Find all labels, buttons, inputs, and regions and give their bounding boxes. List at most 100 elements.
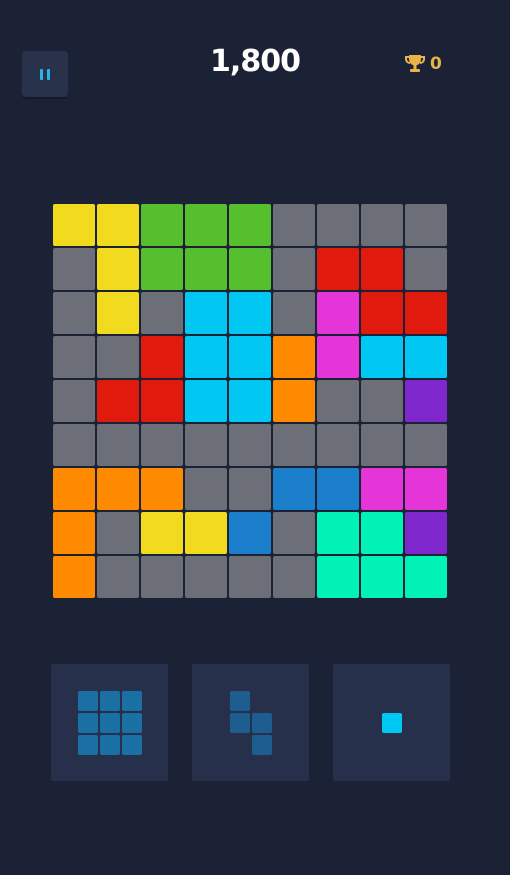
board-cell-teal[interactable] [361,556,403,598]
board-cell-green[interactable] [229,248,271,290]
board-cell-orange[interactable] [53,556,95,598]
board-cell-cyan[interactable] [185,336,227,378]
board-cell-orange[interactable] [53,468,95,510]
board-cell-empty[interactable] [273,512,315,554]
board-cell-green[interactable] [185,204,227,246]
board-cell-empty[interactable] [273,248,315,290]
piece-tray-3[interactable] [333,664,450,781]
piece-tray-2[interactable] [192,664,309,781]
board-cell-teal[interactable] [317,556,359,598]
board-cell-empty[interactable] [361,424,403,466]
board-cell-empty[interactable] [317,204,359,246]
board-cell-teal[interactable] [361,512,403,554]
piece-block-square-3x3 [122,713,142,733]
board-cell-yellow[interactable] [97,204,139,246]
piece-block-s-shape [252,735,272,755]
board-cell-blue[interactable] [229,512,271,554]
board-cell-yellow[interactable] [53,204,95,246]
board-cell-cyan[interactable] [229,292,271,334]
board-cell-red[interactable] [361,248,403,290]
board-cell-blue[interactable] [273,468,315,510]
board-cell-empty[interactable] [97,336,139,378]
piece-block-square-3x3 [122,735,142,755]
board-cell-green[interactable] [141,248,183,290]
board-cell-red[interactable] [405,292,447,334]
board-cell-empty[interactable] [141,424,183,466]
board-cell-cyan[interactable] [185,380,227,422]
board-cell-orange[interactable] [273,380,315,422]
board-cell-empty[interactable] [53,380,95,422]
piece-block-square-3x3 [78,735,98,755]
board-cell-cyan[interactable] [361,336,403,378]
piece-block-square-3x3 [100,691,120,711]
board-cell-empty[interactable] [185,424,227,466]
board-cell-empty[interactable] [317,380,359,422]
best-score: 0 [404,51,442,77]
board-cell-cyan[interactable] [229,336,271,378]
board-cell-empty[interactable] [97,424,139,466]
piece-block-square-3x3 [78,691,98,711]
board-cell-empty[interactable] [97,556,139,598]
board-cell-red[interactable] [141,380,183,422]
piece-block-single [382,713,402,733]
board-cell-orange[interactable] [97,468,139,510]
board-cell-purple[interactable] [405,512,447,554]
board-cell-yellow[interactable] [97,248,139,290]
board-cell-empty[interactable] [141,556,183,598]
best-score-value: 0 [430,54,442,74]
board-cell-magenta[interactable] [317,336,359,378]
board-cell-empty[interactable] [273,556,315,598]
board-cell-empty[interactable] [185,468,227,510]
piece-block-square-3x3 [100,735,120,755]
board-cell-yellow[interactable] [141,512,183,554]
board-cell-cyan[interactable] [185,292,227,334]
game-board[interactable] [53,204,449,600]
board-cell-empty[interactable] [141,292,183,334]
board-cell-magenta[interactable] [317,292,359,334]
board-cell-green[interactable] [229,204,271,246]
board-cell-empty[interactable] [97,512,139,554]
board-cell-yellow[interactable] [185,512,227,554]
piece-block-s-shape [230,691,250,711]
piece-block-square-3x3 [100,713,120,733]
piece-block-square-3x3 [122,691,142,711]
board-cell-empty[interactable] [185,556,227,598]
board-cell-empty[interactable] [405,248,447,290]
board-cell-empty[interactable] [405,204,447,246]
board-cell-red[interactable] [361,292,403,334]
board-cell-empty[interactable] [273,292,315,334]
board-cell-orange[interactable] [141,468,183,510]
board-cell-red[interactable] [141,336,183,378]
board-cell-cyan[interactable] [405,336,447,378]
board-cell-empty[interactable] [229,424,271,466]
board-cell-empty[interactable] [361,204,403,246]
board-cell-teal[interactable] [317,512,359,554]
piece-block-s-shape [230,713,250,733]
board-cell-empty[interactable] [273,204,315,246]
board-cell-empty[interactable] [53,248,95,290]
board-cell-orange[interactable] [53,512,95,554]
board-cell-green[interactable] [141,204,183,246]
piece-tray-1[interactable] [51,664,168,781]
board-cell-blue[interactable] [317,468,359,510]
board-cell-empty[interactable] [53,292,95,334]
board-cell-empty[interactable] [53,424,95,466]
trophy-icon [405,55,425,72]
board-cell-empty[interactable] [317,424,359,466]
board-cell-teal[interactable] [405,556,447,598]
board-cell-empty[interactable] [229,468,271,510]
board-cell-magenta[interactable] [361,468,403,510]
board-cell-empty[interactable] [405,424,447,466]
board-cell-cyan[interactable] [229,380,271,422]
board-cell-empty[interactable] [361,380,403,422]
board-cell-empty[interactable] [229,556,271,598]
board-cell-empty[interactable] [53,336,95,378]
board-cell-purple[interactable] [405,380,447,422]
board-cell-green[interactable] [185,248,227,290]
board-cell-red[interactable] [317,248,359,290]
board-cell-orange[interactable] [273,336,315,378]
board-cell-magenta[interactable] [405,468,447,510]
board-cell-red[interactable] [97,380,139,422]
board-cell-yellow[interactable] [97,292,139,334]
board-cell-empty[interactable] [273,424,315,466]
